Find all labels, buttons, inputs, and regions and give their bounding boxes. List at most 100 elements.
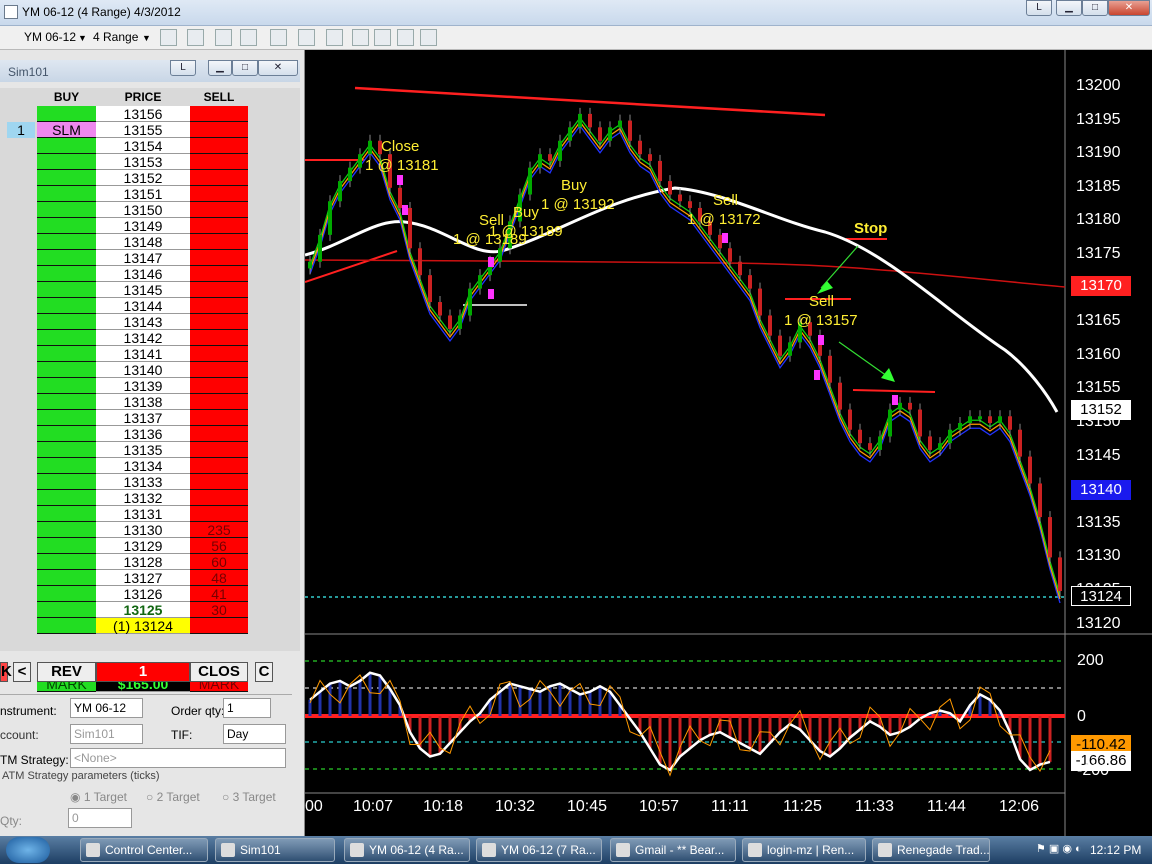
sell-cell[interactable]: 235 bbox=[190, 522, 248, 538]
sell-cell[interactable] bbox=[190, 474, 248, 490]
sell-cell[interactable] bbox=[190, 362, 248, 378]
sell-cell[interactable] bbox=[190, 154, 248, 170]
sell-cell[interactable]: 48 bbox=[190, 570, 248, 586]
c-button[interactable]: C bbox=[255, 662, 273, 682]
buy-cell[interactable]: SLM bbox=[37, 122, 96, 138]
buy-cell[interactable] bbox=[37, 586, 96, 602]
buy-cell[interactable] bbox=[37, 394, 96, 410]
buy-cell[interactable] bbox=[37, 170, 96, 186]
price-chart[interactable]: 13200 13195 13190 13185 13180 13175 13170 13165… bbox=[305, 50, 1152, 836]
sell-cell[interactable]: 60 bbox=[190, 554, 248, 570]
sell-cell[interactable] bbox=[190, 250, 248, 266]
buy-cell[interactable] bbox=[37, 186, 96, 202]
buy-cell[interactable] bbox=[37, 330, 96, 346]
chevron-down-icon[interactable]: ▼ bbox=[78, 33, 87, 43]
taskbar-button[interactable]: YM 06-12 (7 Ra... bbox=[476, 838, 602, 862]
taskbar-button[interactable]: Sim101 bbox=[215, 838, 335, 862]
sell-cell[interactable]: 41 bbox=[190, 586, 248, 602]
sell-cell[interactable] bbox=[190, 346, 248, 362]
buy-cell[interactable] bbox=[37, 538, 96, 554]
sell-cell[interactable] bbox=[190, 426, 248, 442]
buy-cell[interactable] bbox=[37, 426, 96, 442]
close-position-button[interactable]: CLOS bbox=[190, 662, 248, 682]
buy-cell[interactable] bbox=[37, 442, 96, 458]
sell-cell[interactable] bbox=[190, 442, 248, 458]
buy-cell[interactable] bbox=[37, 282, 96, 298]
data-box-icon[interactable] bbox=[420, 29, 437, 46]
sell-cell[interactable]: 30 bbox=[190, 602, 248, 618]
reverse-button[interactable]: REV bbox=[37, 662, 96, 682]
buy-cell[interactable] bbox=[37, 554, 96, 570]
sell-cell[interactable] bbox=[190, 186, 248, 202]
sell-cell[interactable] bbox=[190, 394, 248, 410]
start-button[interactable] bbox=[6, 837, 50, 863]
sell-cell[interactable] bbox=[190, 282, 248, 298]
buy-cell[interactable] bbox=[37, 602, 96, 618]
qty-input[interactable]: 0 bbox=[68, 808, 132, 828]
sell-cell[interactable]: 56 bbox=[190, 538, 248, 554]
strategies-icon[interactable] bbox=[374, 29, 391, 46]
sell-cell[interactable] bbox=[190, 490, 248, 506]
buy-cell[interactable] bbox=[37, 474, 96, 490]
close-button[interactable]: ✕ bbox=[1108, 0, 1150, 16]
minimize-button[interactable]: ▁ bbox=[1056, 0, 1082, 16]
instrument-select[interactable]: YM 06-12 bbox=[70, 698, 143, 718]
link-button[interactable]: L bbox=[170, 60, 196, 76]
sell-cell[interactable] bbox=[190, 458, 248, 474]
buy-cell[interactable] bbox=[37, 314, 96, 330]
buy-cell[interactable] bbox=[37, 202, 96, 218]
buy-cell[interactable] bbox=[37, 250, 96, 266]
instrument-selector[interactable]: YM 06-12 bbox=[24, 30, 76, 44]
pencil-icon[interactable] bbox=[187, 29, 204, 46]
lock-icon[interactable] bbox=[397, 29, 414, 46]
buy-cell[interactable] bbox=[37, 106, 96, 122]
tif-select[interactable]: Day bbox=[223, 724, 286, 744]
buy-cell[interactable] bbox=[37, 298, 96, 314]
taskbar-button[interactable]: login-mz | Ren... bbox=[742, 838, 866, 862]
sell-cell[interactable] bbox=[190, 618, 248, 634]
maximize-button[interactable]: □ bbox=[232, 60, 258, 76]
taskbar-button[interactable]: Renegade Trad... bbox=[872, 838, 990, 862]
chevron-down-icon[interactable]: ▼ bbox=[142, 33, 151, 43]
buy-cell[interactable] bbox=[37, 410, 96, 426]
maximize-button[interactable]: □ bbox=[1082, 0, 1108, 16]
buy-cell[interactable] bbox=[37, 346, 96, 362]
sell-cell[interactable] bbox=[190, 234, 248, 250]
sell-cell[interactable] bbox=[190, 202, 248, 218]
buy-cell[interactable] bbox=[37, 218, 96, 234]
taskbar-button[interactable]: YM 06-12 (4 Ra... bbox=[344, 838, 470, 862]
sell-cell[interactable] bbox=[190, 298, 248, 314]
buy-cell[interactable] bbox=[37, 266, 96, 282]
order-qty-input[interactable]: 1 bbox=[223, 698, 271, 718]
crosshair-icon[interactable] bbox=[215, 29, 232, 46]
pointer-icon[interactable] bbox=[240, 29, 257, 46]
buy-cell[interactable] bbox=[37, 154, 96, 170]
target1-radio[interactable]: ◉ 1 Target bbox=[70, 790, 127, 804]
sell-cell[interactable] bbox=[190, 330, 248, 346]
target3-radio[interactable]: ○ 3 Target bbox=[222, 790, 276, 804]
minimize-button[interactable]: ▁ bbox=[208, 60, 232, 76]
sell-cell[interactable] bbox=[190, 122, 248, 138]
atm-strategy-select[interactable]: <None> bbox=[70, 748, 286, 768]
target2-radio[interactable]: ○ 2 Target bbox=[146, 790, 200, 804]
sell-cell[interactable] bbox=[190, 170, 248, 186]
sell-cell[interactable] bbox=[190, 314, 248, 330]
sell-cell[interactable] bbox=[190, 138, 248, 154]
left-button[interactable]: < bbox=[13, 662, 31, 682]
buy-cell[interactable] bbox=[37, 458, 96, 474]
indicators-icon[interactable] bbox=[352, 29, 369, 46]
link-button[interactable]: L bbox=[1026, 0, 1052, 16]
sell-cell[interactable] bbox=[190, 378, 248, 394]
sell-cell[interactable] bbox=[190, 506, 248, 522]
cursor-icon[interactable] bbox=[270, 29, 287, 46]
taskbar-button[interactable]: Control Center... bbox=[80, 838, 208, 862]
x-button[interactable]: K bbox=[0, 662, 12, 682]
buy-cell[interactable] bbox=[37, 362, 96, 378]
interval-selector[interactable]: 4 Range bbox=[93, 30, 138, 44]
zoom-icon[interactable] bbox=[298, 29, 315, 46]
buy-cell[interactable] bbox=[37, 570, 96, 586]
buy-cell[interactable] bbox=[37, 490, 96, 506]
account-select[interactable]: Sim101 bbox=[70, 724, 143, 744]
sell-cell[interactable] bbox=[190, 218, 248, 234]
buy-cell[interactable] bbox=[37, 522, 96, 538]
